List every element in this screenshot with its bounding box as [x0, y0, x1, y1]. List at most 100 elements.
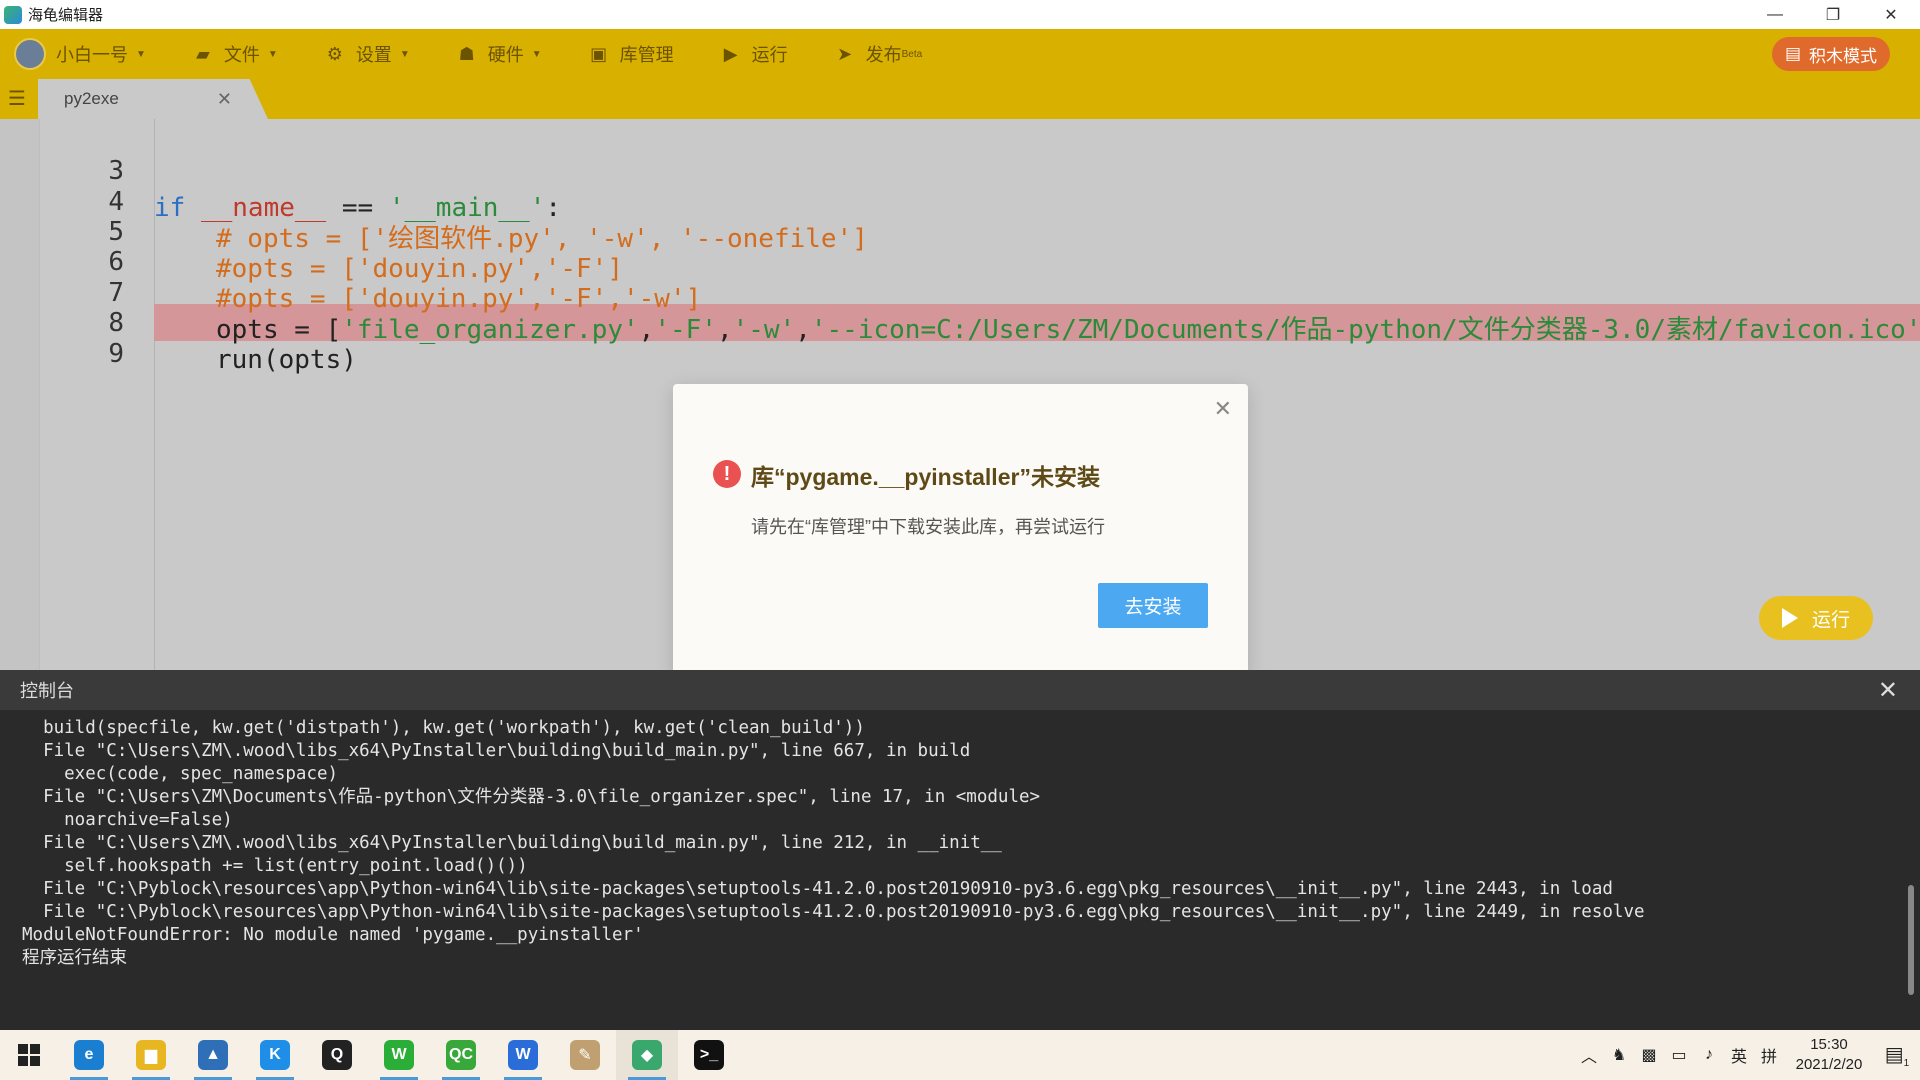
console-line: noarchive=False) [22, 810, 233, 830]
wechat-icon: W [384, 1040, 414, 1070]
tab-label: py2exe [64, 89, 119, 108]
taskbar-apps: e ▆ ▲ K Q W QC W ✎ ◆ >_ [58, 1030, 740, 1080]
taskbar-app[interactable]: W [492, 1030, 554, 1080]
run-menu-label: 运行 [751, 45, 788, 65]
wps-icon: W [508, 1040, 538, 1070]
taskbar-app[interactable]: Q [306, 1030, 368, 1080]
robot-icon: ☗ [458, 43, 475, 64]
notification-count: 1 [1903, 1057, 1910, 1069]
taskbar-app[interactable]: W [368, 1030, 430, 1080]
console-line: File "C:\Users\ZM\Documents\作品-python\文件… [22, 787, 1041, 807]
menu-bar: 小白一号 ▼ ▰ 文件 ▼ ⚙ 设置 ▼ ☗ 硬件 ▼ ▣ 库管理 ▶ 运行 ➤… [0, 29, 1920, 79]
publish-menu-label: 发布 [865, 45, 902, 65]
window-controls: — ❐ ✕ [1746, 0, 1920, 29]
hardware-menu-label: 硬件 [487, 45, 524, 65]
console-line: self.hookspath += list(entry_point.load(… [22, 856, 528, 876]
network-icon[interactable]: ▭ [1664, 1045, 1694, 1065]
warning-icon: ! [713, 460, 741, 488]
close-icon[interactable]: ✕ [1878, 676, 1898, 705]
console-line: build(specfile, kw.get('distpath'), kw.g… [22, 718, 865, 738]
taskbar: e ▆ ▲ K Q W QC W ✎ ◆ >_ ︿ ♞ ▩ ▭ ♪ 英 拼 15:30 2021/2… [0, 1030, 1920, 1080]
close-icon[interactable]: ✕ [217, 89, 232, 110]
beta-badge: Beta [901, 48, 923, 60]
chevron-up-icon[interactable]: ︿ [1574, 1043, 1604, 1067]
console-line: File "C:\Pyblock\resources\app\Python-wi… [22, 879, 1613, 899]
qq-tray-icon[interactable]: ♞ [1604, 1045, 1634, 1065]
line-number: 9 [108, 339, 124, 369]
volume-icon[interactable]: ♪ [1694, 1046, 1724, 1064]
console-title: 控制台 [20, 681, 74, 701]
file-menu-label: 文件 [223, 45, 260, 65]
chevron-down-icon: ▼ [267, 48, 278, 60]
run-menu[interactable]: ▶ 运行 [720, 41, 788, 67]
clock-time: 15:30 [1810, 1036, 1848, 1053]
library-missing-dialog: ✕ ! 库“pygame.__pyinstaller”未安装 请先在“库管理”中… [673, 384, 1248, 675]
console-line: File "C:\Users\ZM\.wood\libs_x64\PyInsta… [22, 741, 971, 761]
terminal-icon: >_ [694, 1040, 724, 1070]
tray-app-icon[interactable]: ▩ [1634, 1045, 1664, 1065]
code-line: 9 [0, 299, 1920, 369]
taskbar-app[interactable]: ▲ [182, 1030, 244, 1080]
chevron-down-icon: ▼ [136, 48, 146, 60]
code-text: run(opts) [216, 345, 357, 375]
minimize-button[interactable]: — [1746, 0, 1804, 29]
edge-icon: e [74, 1040, 104, 1070]
tab-py2exe[interactable]: py2exe ✕ [38, 79, 268, 119]
play-circle-icon: ▶ [723, 43, 738, 64]
folder-icon: ▰ [195, 43, 210, 64]
hardware-menu[interactable]: ☗ 硬件 ▼ [456, 41, 542, 67]
taskbar-app[interactable]: QC [430, 1030, 492, 1080]
library-menu[interactable]: ▣ 库管理 [588, 41, 674, 67]
library-box-icon: ▣ [590, 43, 608, 64]
dialog-title: 库“pygame.__pyinstaller”未安装 [751, 464, 1100, 490]
close-icon[interactable]: ✕ [1214, 396, 1232, 422]
block-mode-button[interactable]: ▤ 积木模式 [1772, 37, 1890, 71]
taskbar-app[interactable]: ▆ [120, 1030, 182, 1080]
library-menu-label: 库管理 [619, 45, 674, 65]
qq-icon: Q [322, 1040, 352, 1070]
photos-icon: ▲ [198, 1040, 228, 1070]
taskbar-app[interactable]: e [58, 1030, 120, 1080]
console-line: File "C:\Users\ZM\.wood\libs_x64\PyInsta… [22, 833, 1002, 853]
window-title: 海龟编辑器 [28, 7, 104, 24]
install-button[interactable]: 去安装 [1098, 583, 1208, 628]
settings-menu-label: 设置 [355, 45, 392, 65]
close-window-button[interactable]: ✕ [1862, 0, 1920, 29]
ime-indicator[interactable]: 拼 [1754, 1043, 1784, 1067]
paper-plane-icon: ➤ [837, 43, 853, 64]
blocks-icon: ▤ [1784, 44, 1802, 63]
user-menu[interactable]: 小白一号 ▼ [56, 41, 146, 67]
settings-menu[interactable]: ⚙ 设置 ▼ [324, 41, 410, 67]
start-button[interactable] [0, 1030, 58, 1080]
hamburger-menu-icon[interactable]: ☰ [8, 89, 30, 109]
dialog-message: 请先在“库管理”中下载安装此库，再尝试运行 [751, 517, 1105, 537]
title-bar: 海龟编辑器 — ❐ ✕ [0, 0, 1920, 29]
console-scrollbar[interactable] [1908, 885, 1914, 995]
taskbar-app[interactable]: ◆ [616, 1030, 678, 1080]
taskbar-app[interactable]: K [244, 1030, 306, 1080]
qc-icon: QC [446, 1040, 476, 1070]
publish-menu[interactable]: ➤ 发布 Beta [834, 41, 923, 67]
taskbar-app[interactable]: ✎ [554, 1030, 616, 1080]
turtle-editor-icon: ◆ [632, 1040, 662, 1070]
clock[interactable]: 15:30 2021/2/20 [1784, 1035, 1874, 1075]
language-indicator[interactable]: 英 [1724, 1043, 1754, 1067]
notification-icon[interactable]: ▤1 [1874, 1042, 1920, 1069]
tab-bar: ☰ py2exe ✕ [0, 79, 1920, 119]
console-output[interactable]: build(specfile, kw.get('distpath'), kw.g… [0, 710, 1920, 1030]
restore-button[interactable]: ❐ [1804, 0, 1862, 29]
paint-icon: ✎ [570, 1040, 600, 1070]
clock-date: 2021/2/20 [1795, 1056, 1863, 1073]
console-line: 程序运行结束 [22, 948, 127, 968]
play-icon [1781, 608, 1798, 628]
file-menu[interactable]: ▰ 文件 ▼ [192, 41, 278, 67]
taskbar-app[interactable]: >_ [678, 1030, 740, 1080]
run-floating-button[interactable]: 运行 [1759, 596, 1873, 640]
app-logo-icon [4, 5, 22, 24]
chevron-down-icon: ▼ [399, 48, 410, 60]
gear-icon: ⚙ [326, 43, 343, 64]
console-line: ModuleNotFoundError: No module named 'py… [22, 925, 644, 945]
user-name: 小白一号 [56, 45, 128, 65]
avatar[interactable] [14, 38, 46, 70]
run-floating-label: 运行 [1811, 609, 1850, 631]
